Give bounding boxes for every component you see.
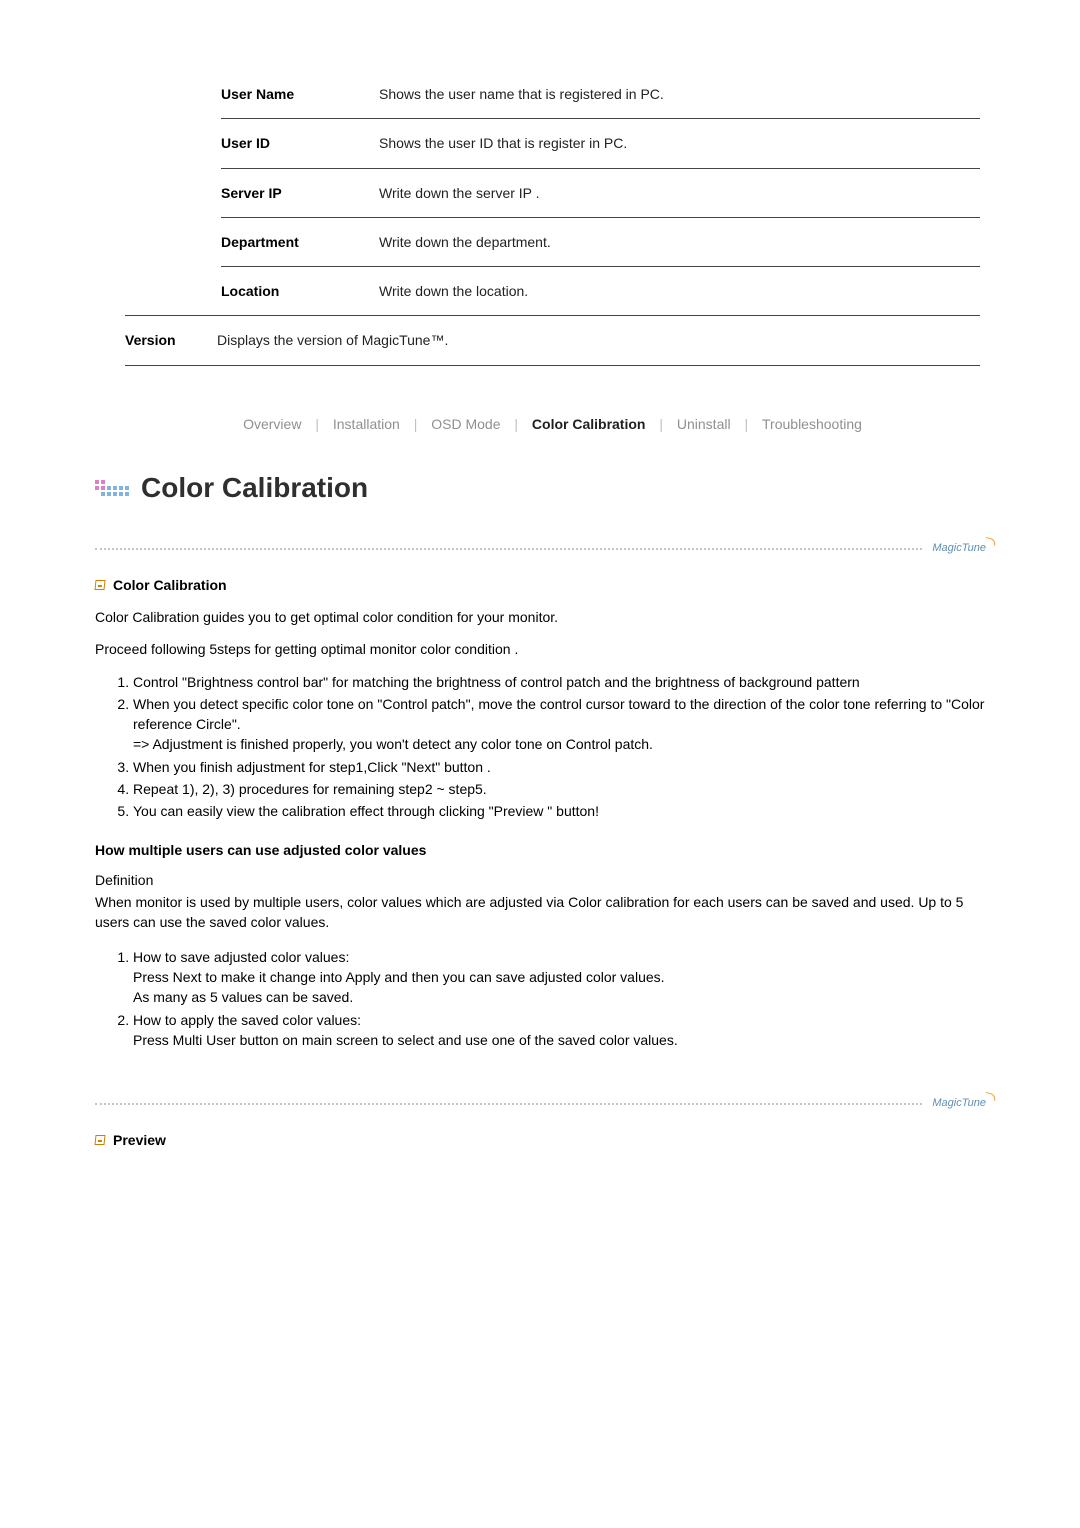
page-title: Color Calibration (141, 468, 368, 509)
section-header-preview: Preview (95, 1130, 990, 1150)
settings-subtable: User Name Shows the user name that is re… (221, 70, 980, 315)
nav-color-calibration[interactable]: Color Calibration (528, 416, 650, 432)
definition-label: Definition (95, 870, 990, 890)
version-label: Version (125, 316, 217, 365)
row-label: Server IP (221, 168, 379, 217)
table-row: Server IP Write down the server IP . (221, 168, 980, 217)
nav-troubleshooting[interactable]: Troubleshooting (758, 416, 866, 432)
list-item: Control "Brightness control bar" for mat… (133, 672, 990, 692)
nav-osd-mode[interactable]: OSD Mode (427, 416, 504, 432)
version-desc: Displays the version of MagicTune™. (217, 316, 980, 365)
section-bullet-icon (94, 1135, 105, 1145)
row-label: User Name (221, 70, 379, 119)
page-heading-row: Color Calibration (95, 468, 980, 509)
breadcrumb-nav: Overview | Installation | OSD Mode | Col… (125, 414, 980, 434)
list-item: How to apply the saved color values: Pre… (133, 1010, 990, 1051)
list-item: How to save adjusted color values: Press… (133, 947, 990, 1008)
section-title: Color Calibration (113, 575, 227, 595)
list-item: Repeat 1), 2), 3) procedures for remaini… (133, 779, 990, 799)
row-label: Department (221, 217, 379, 266)
nav-uninstall[interactable]: Uninstall (673, 416, 735, 432)
intro-paragraph-1: Color Calibration guides you to get opti… (95, 607, 990, 627)
table-row: Department Write down the department. (221, 217, 980, 266)
row-desc: Shows the user ID that is register in PC… (379, 119, 980, 168)
dots-icon (95, 480, 129, 496)
list-item: When you finish adjustment for step1,Cli… (133, 757, 990, 777)
table-row: User Name Shows the user name that is re… (221, 70, 980, 119)
magictune-logo: MagicTune (932, 541, 990, 557)
nav-installation[interactable]: Installation (329, 416, 404, 432)
nav-overview[interactable]: Overview (239, 416, 305, 432)
magictune-logo: MagicTune (932, 1096, 990, 1112)
section-title: Preview (113, 1130, 166, 1150)
table-row: Location Write down the location. (221, 267, 980, 316)
divider-row: MagicTune (95, 541, 990, 557)
row-desc: Shows the user name that is registered i… (379, 70, 980, 119)
step2-extra: => Adjustment is finished properly, you … (133, 736, 653, 752)
row-label: User ID (221, 119, 379, 168)
list-item: When you detect specific color tone on "… (133, 694, 990, 755)
divider-row: MagicTune (95, 1096, 990, 1112)
section-header-color-calibration: Color Calibration (95, 575, 990, 595)
section-bullet-icon (94, 580, 105, 590)
table-row: Version Displays the version of MagicTun… (125, 316, 980, 365)
definition-text: When monitor is used by multiple users, … (95, 892, 990, 933)
howto-list: How to save adjusted color values: Press… (133, 947, 990, 1050)
list-item: You can easily view the calibration effe… (133, 801, 990, 821)
dotted-divider (95, 548, 922, 550)
calibration-steps: Control "Brightness control bar" for mat… (133, 672, 990, 822)
row-desc: Write down the department. (379, 217, 980, 266)
multi-user-title: How multiple users can use adjusted colo… (95, 840, 990, 860)
dotted-divider (95, 1103, 922, 1105)
version-row-table: Version Displays the version of MagicTun… (125, 315, 980, 365)
table-row: User ID Shows the user ID that is regist… (221, 119, 980, 168)
intro-paragraph-2: Proceed following 5steps for getting opt… (95, 639, 990, 659)
row-desc: Write down the server IP . (379, 168, 980, 217)
row-desc: Write down the location. (379, 267, 980, 316)
row-label: Location (221, 267, 379, 316)
